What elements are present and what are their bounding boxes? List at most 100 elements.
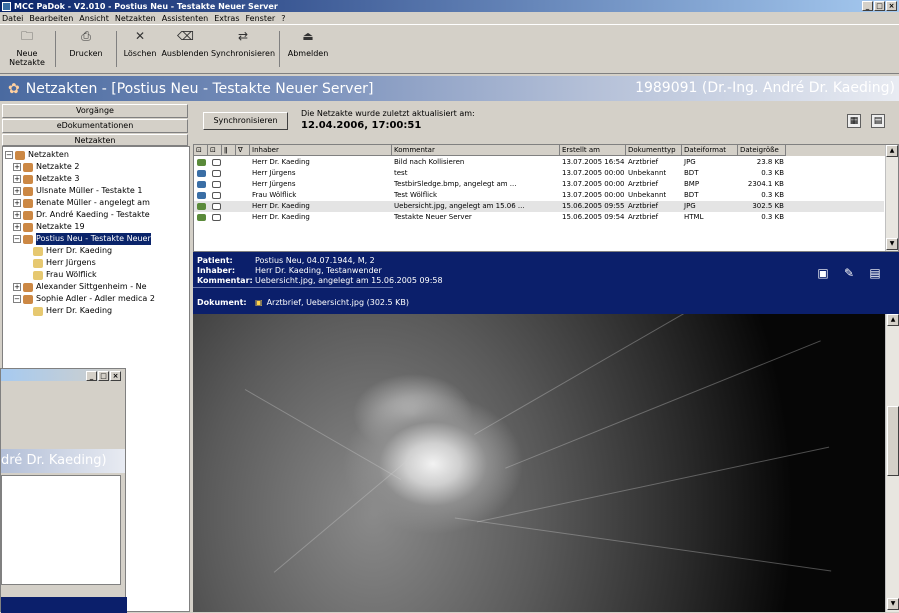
col-inhaber[interactable]: Inhaber xyxy=(250,145,392,156)
section-header: ✿ Netzakten - [Postius Neu - Testakte Ne… xyxy=(0,76,899,101)
edit-image-icon[interactable]: ✎ xyxy=(841,266,857,280)
folder-icon xyxy=(23,162,33,172)
col-icon3[interactable]: ǁ xyxy=(222,145,236,156)
col-dateigroesse[interactable]: Dateigröße xyxy=(738,145,786,156)
expand-icon[interactable]: + xyxy=(13,211,21,219)
image-scrollbar[interactable]: ▲ ▼ xyxy=(885,314,899,612)
comment-value: Uebersicht.jpg, angelegt am 15.06.2005 0… xyxy=(255,276,443,285)
tree-item-selected[interactable]: − Postius Neu - Testakte Neuer xyxy=(13,233,151,245)
tree-item[interactable]: Herr Dr. Kaeding xyxy=(33,305,112,317)
synchronize-button[interactable]: Synchronisieren xyxy=(203,112,288,130)
table-row[interactable]: Herr Dr. Kaeding Testakte Neuer Server 1… xyxy=(194,212,884,223)
menu-extras[interactable]: Extras xyxy=(214,14,239,23)
menu-bar: Datei Bearbeiten Ansicht Netzakten Assis… xyxy=(0,12,899,24)
netzakten-icon xyxy=(15,150,25,160)
xray-image xyxy=(193,314,885,612)
view-icon[interactable]: ▦ xyxy=(847,114,861,128)
tree-item[interactable]: + Ulsnate Müller - Testakte 1 xyxy=(13,185,142,197)
menu-help[interactable]: ? xyxy=(281,14,285,23)
folder-icon xyxy=(23,198,33,208)
menu-fenster[interactable]: Fenster xyxy=(246,14,276,23)
document-icon xyxy=(212,159,221,166)
scroll-up-icon[interactable]: ▲ xyxy=(886,145,898,157)
menu-bearbeiten[interactable]: Bearbeiten xyxy=(29,14,73,23)
scroll-down-icon[interactable]: ▼ xyxy=(887,598,899,610)
scroll-down-icon[interactable]: ▼ xyxy=(886,238,898,250)
maximize-button[interactable]: □ xyxy=(98,371,109,381)
image-icon xyxy=(197,214,206,221)
logout-button[interactable]: ⏏ Abmelden xyxy=(283,25,333,73)
menu-assistenten[interactable]: Assistenten xyxy=(162,14,208,23)
delete-button[interactable]: ✕ Löschen xyxy=(120,25,160,73)
document-icon xyxy=(212,203,221,210)
toolbar: 🗀 Neue Netzakte ⎙ Drucken ✕ Löschen ⌫ Au… xyxy=(0,24,899,74)
delete-icon: ✕ xyxy=(134,29,146,43)
tree-item[interactable]: − Sophie Adler - Adler medica 2 xyxy=(13,293,155,305)
menu-ansicht[interactable]: Ansicht xyxy=(79,14,109,23)
col-dokumenttyp[interactable]: Dokumenttyp xyxy=(626,145,682,156)
attachment-icon: ▣ xyxy=(255,298,263,307)
file-icon xyxy=(197,192,206,199)
collapse-icon[interactable]: − xyxy=(13,235,21,243)
scroll-thumb[interactable] xyxy=(887,406,899,476)
details-icon[interactable]: ▤ xyxy=(871,114,885,128)
col-icon2[interactable]: ⊡ xyxy=(208,145,222,156)
table-row-selected[interactable]: Herr Dr. Kaeding Uebersicht.jpg, angeleg… xyxy=(194,201,884,212)
table-scrollbar[interactable]: ▲ ▼ xyxy=(885,145,898,251)
scroll-up-icon[interactable]: ▲ xyxy=(887,314,899,326)
sync-button[interactable]: ⇄ Synchronisieren xyxy=(210,25,276,73)
col-erstellt[interactable]: Erstellt am xyxy=(560,145,626,156)
document-value: Arztbrief, Uebersicht.jpg (302.5 KB) xyxy=(266,298,410,307)
col-icon1[interactable]: ⊡ xyxy=(194,145,208,156)
tree-item[interactable]: Frau Wölflick xyxy=(33,269,97,281)
print-button[interactable]: ⎙ Drucken xyxy=(59,25,113,73)
tree-item[interactable]: Herr Jürgens xyxy=(33,257,96,269)
col-kommentar[interactable]: Kommentar xyxy=(392,145,560,156)
expand-icon[interactable]: + xyxy=(13,163,21,171)
tree-item[interactable]: + Alexander Sittgenheim - Ne xyxy=(13,281,147,293)
table-row[interactable]: Herr Jürgens TestbirSledge.bmp, angelegt… xyxy=(194,179,884,190)
folder-icon xyxy=(23,210,33,220)
background-header: dré Dr. Kaeding) xyxy=(1,449,125,473)
col-dateiformat[interactable]: Dateiformat xyxy=(682,145,738,156)
minimize-button[interactable]: _ xyxy=(86,371,97,381)
patient-value: Postius Neu, 04.07.1944, M, 2 xyxy=(255,256,375,265)
close-button[interactable]: × xyxy=(110,371,121,381)
open-image-icon[interactable]: ▤ xyxy=(867,266,883,280)
col-filter[interactable]: ∇ xyxy=(236,145,250,156)
menu-datei[interactable]: Datei xyxy=(2,14,23,23)
tree-item[interactable]: + Netzakte 2 xyxy=(13,161,79,173)
tree-item[interactable]: + Netzakte 3 xyxy=(13,173,79,185)
tree-item[interactable]: Herr Dr. Kaeding xyxy=(33,245,112,257)
tree-item[interactable]: + Renate Müller - angelegt am xyxy=(13,197,150,209)
close-button[interactable]: × xyxy=(886,1,897,11)
tree-item[interactable]: + Netzakte 19 xyxy=(13,221,85,233)
document-icon xyxy=(212,214,221,221)
new-netzakte-button[interactable]: 🗀 Neue Netzakte xyxy=(2,25,52,73)
tree-item[interactable]: + Dr. André Kaeding - Testakte xyxy=(13,209,150,221)
expand-icon[interactable]: + xyxy=(13,187,21,195)
vorgaenge-button[interactable]: Vorgänge xyxy=(2,104,188,118)
expand-icon[interactable]: + xyxy=(13,283,21,291)
table-row[interactable]: Herr Dr. Kaeding Bild nach Kollisieren 1… xyxy=(194,157,884,168)
maximize-button[interactable]: □ xyxy=(874,1,885,11)
document-table: ⊡ ⊡ ǁ ∇ Inhaber Kommentar Erstellt am Do… xyxy=(193,144,899,252)
expand-icon[interactable]: + xyxy=(13,223,21,231)
tree-item[interactable]: − Netzakten xyxy=(5,149,69,161)
edokumentationen-button[interactable]: eDokumentationen xyxy=(2,119,188,133)
app-icon xyxy=(2,1,11,11)
menu-netzakten[interactable]: Netzakten xyxy=(115,14,156,23)
expand-icon[interactable]: + xyxy=(13,199,21,207)
collapse-icon[interactable]: − xyxy=(5,151,13,159)
table-row[interactable]: Herr Jürgens test 13.07.2005 00:00 Unbek… xyxy=(194,168,884,179)
expand-icon[interactable]: + xyxy=(13,175,21,183)
collapse-icon[interactable]: − xyxy=(13,295,21,303)
table-row[interactable]: Frau Wölflick Test Wölflick 13.07.2005 0… xyxy=(194,190,884,201)
image-icon xyxy=(197,159,206,166)
minimize-button[interactable]: _ xyxy=(862,1,873,11)
window-title: MCC PaDok - V2.010 - Postius Neu - Testa… xyxy=(14,1,278,11)
save-image-icon[interactable]: ▣ xyxy=(815,266,831,280)
new-folder-icon: 🗀 xyxy=(20,29,33,43)
netzakten-button[interactable]: Netzakten xyxy=(2,134,188,146)
hide-button[interactable]: ⌫ Ausblenden xyxy=(160,25,210,73)
